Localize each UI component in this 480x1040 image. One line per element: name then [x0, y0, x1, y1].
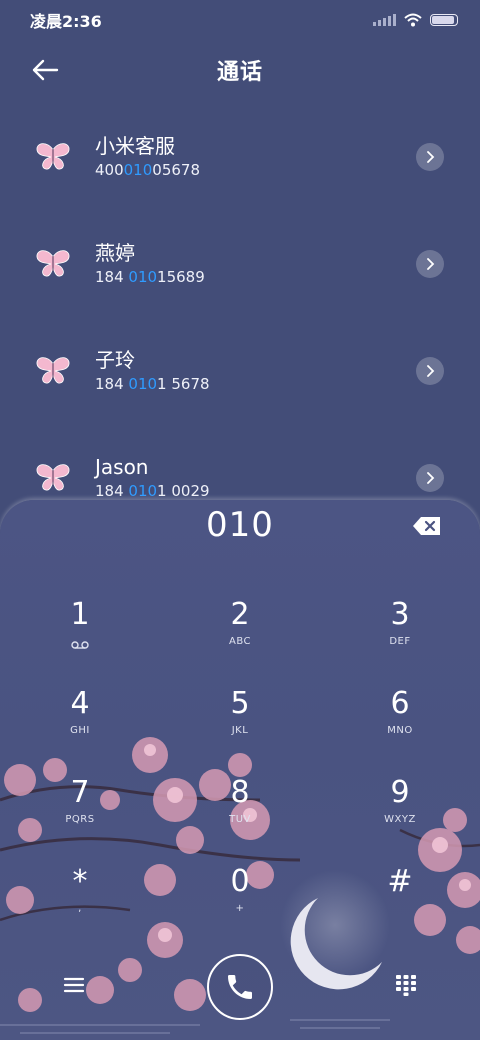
- contact-name: Jason: [95, 455, 149, 479]
- page-title: 通话: [216, 60, 263, 85]
- key-star[interactable]: *,: [20, 862, 140, 942]
- key-hash[interactable]: #: [340, 862, 460, 942]
- contact-row[interactable]: 小米客服 40001005678: [0, 105, 480, 212]
- key-1[interactable]: 1: [20, 595, 140, 675]
- chevron-right-icon[interactable]: [416, 357, 444, 385]
- key-7[interactable]: 7 PQRS: [20, 773, 140, 853]
- status-bar: 凌晨2:36: [0, 0, 480, 40]
- contact-number: 40001005678: [95, 161, 200, 179]
- key-6[interactable]: 6 MNO: [340, 684, 460, 764]
- contact-number: 184 01015689: [95, 268, 205, 286]
- voicemail-icon: [71, 641, 89, 649]
- butterfly-icon: [36, 143, 70, 170]
- contact-number: 184 0101 5678: [95, 375, 210, 393]
- status-time: 凌晨2:36: [30, 12, 102, 31]
- contact-name: 燕婷: [95, 241, 135, 265]
- key-8[interactable]: 8 TUV: [180, 773, 300, 853]
- dialer-bottom-bar: [0, 950, 480, 1020]
- dialer-panel: 010 1 2 ABC 3 DEF 4 GHI 5 JKL 6 MNO 7 PQRS 8 TU…: [0, 500, 480, 1040]
- menu-icon[interactable]: [62, 975, 86, 995]
- key-4[interactable]: 4 GHI: [20, 684, 140, 764]
- key-2[interactable]: 2 ABC: [180, 595, 300, 675]
- backspace-icon[interactable]: [412, 516, 442, 536]
- key-0[interactable]: 0 +: [180, 862, 300, 942]
- butterfly-icon: [36, 250, 70, 277]
- contact-name: 子玲: [95, 348, 135, 372]
- contact-name: 小米客服: [95, 134, 175, 158]
- contact-list: 小米客服 40001005678 燕婷 184 01015689 子玲 184 …: [0, 105, 480, 533]
- key-5[interactable]: 5 JKL: [180, 684, 300, 764]
- key-9[interactable]: 9 WXYZ: [340, 773, 460, 853]
- call-button[interactable]: [207, 954, 273, 1020]
- chevron-right-icon[interactable]: [416, 464, 444, 492]
- contact-row[interactable]: 燕婷 184 01015689: [0, 212, 480, 319]
- chevron-right-icon[interactable]: [416, 250, 444, 278]
- wifi-icon: [404, 13, 422, 27]
- header: 通话: [0, 48, 480, 92]
- battery-icon: [430, 14, 458, 26]
- status-icons: [373, 13, 458, 27]
- key-3[interactable]: 3 DEF: [340, 595, 460, 675]
- contact-row[interactable]: 子玲 184 0101 5678: [0, 319, 480, 426]
- butterfly-icon: [36, 464, 70, 491]
- phone-icon: [228, 975, 252, 999]
- butterfly-icon: [36, 357, 70, 384]
- signal-icon: [373, 14, 396, 26]
- contact-number: 184 0101 0029: [95, 482, 210, 500]
- keypad-grid-icon[interactable]: [395, 974, 417, 996]
- dial-number-display: 010: [206, 505, 274, 545]
- chevron-right-icon[interactable]: [416, 143, 444, 171]
